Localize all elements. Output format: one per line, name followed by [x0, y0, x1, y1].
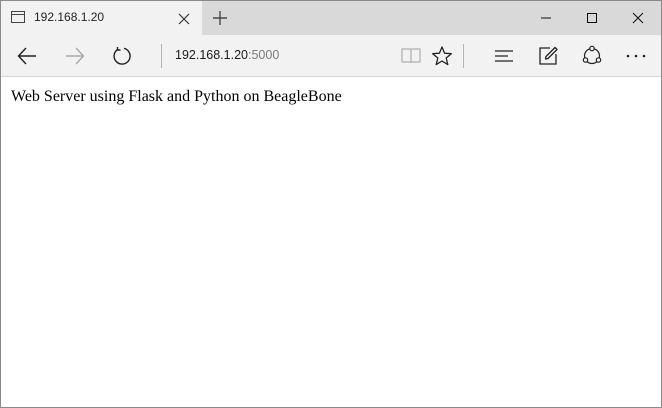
web-note-button[interactable]: [534, 43, 562, 69]
hub-icon: [495, 50, 513, 62]
address-bar[interactable]: 192.168.1.20:5000: [175, 48, 279, 62]
minimize-button[interactable]: [523, 1, 569, 35]
toolbar-divider: [161, 44, 162, 68]
more-icon: [626, 54, 646, 58]
address-host: 192.168.1.20: [175, 48, 248, 62]
minimize-icon: [541, 17, 551, 19]
window-close-button[interactable]: [615, 1, 661, 35]
star-icon: [432, 46, 452, 66]
refresh-button[interactable]: [108, 43, 136, 69]
hub-button[interactable]: [490, 43, 518, 69]
note-icon: [539, 46, 558, 65]
new-tab-button[interactable]: [211, 9, 229, 27]
plus-icon: [213, 11, 227, 25]
book-icon: [401, 48, 421, 64]
share-button[interactable]: [578, 43, 606, 69]
favorite-button[interactable]: [428, 43, 456, 69]
refresh-icon: [113, 47, 131, 65]
tab-close-button[interactable]: [177, 11, 191, 25]
close-icon: [178, 13, 190, 25]
maximize-button[interactable]: [569, 1, 615, 35]
reading-view-button[interactable]: [397, 43, 425, 69]
close-icon: [632, 12, 644, 24]
browser-window: 192.168.1.20 192.168.1.20:5000 Web Serve…: [0, 0, 662, 408]
navigation-bar: 192.168.1.20:5000: [1, 35, 661, 77]
page-content: Web Server using Flask and Python on Bea…: [1, 78, 661, 407]
maximize-icon: [587, 13, 597, 23]
share-icon: [582, 45, 602, 65]
tab-strip: 192.168.1.20: [1, 1, 661, 35]
address-port: :5000: [248, 48, 280, 62]
forward-button[interactable]: [61, 43, 89, 69]
active-tab[interactable]: 192.168.1.20: [1, 1, 202, 35]
back-button[interactable]: [13, 43, 41, 69]
arrow-left-icon: [17, 47, 36, 65]
tab-title: 192.168.1.20: [34, 10, 105, 24]
page-text: Web Server using Flask and Python on Bea…: [11, 88, 342, 105]
more-button[interactable]: [622, 43, 650, 69]
page-icon: [11, 11, 25, 23]
arrow-right-icon: [66, 47, 85, 65]
toolbar-divider: [463, 44, 464, 68]
